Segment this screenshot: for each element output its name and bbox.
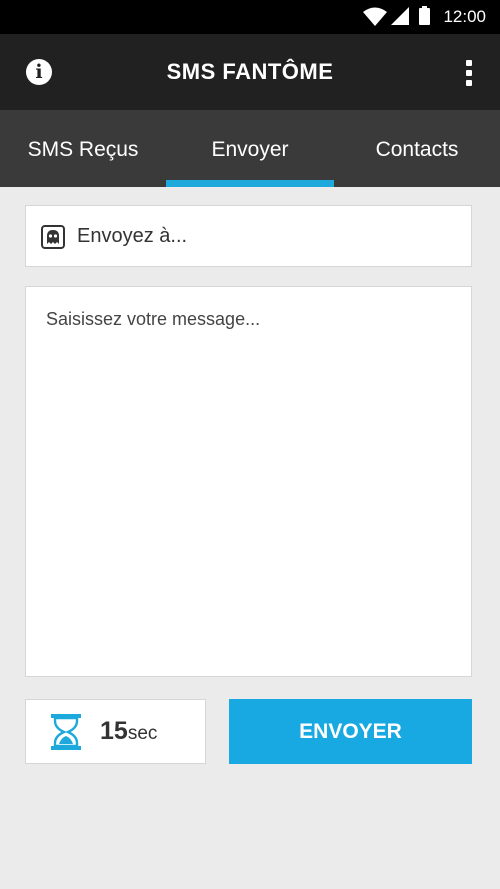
wifi-icon bbox=[363, 7, 387, 26]
timer-number: 15 bbox=[100, 717, 128, 745]
app-bar: i SMS FANTÔME bbox=[0, 34, 500, 110]
status-bar: 12:00 bbox=[0, 0, 500, 34]
app-title: SMS FANTÔME bbox=[166, 59, 334, 84]
status-time: 12:00 bbox=[443, 7, 486, 26]
recipient-field[interactable]: Envoyez à... bbox=[25, 205, 472, 267]
tab-label: Contacts bbox=[375, 138, 459, 161]
message-field[interactable]: Saisissez votre message... bbox=[25, 286, 472, 677]
message-placeholder: Saisissez votre message... bbox=[46, 309, 261, 329]
send-button[interactable]: ENVOYER bbox=[229, 699, 472, 764]
timer-selector[interactable]: 15sec bbox=[25, 699, 206, 764]
tab-selected-indicator bbox=[166, 180, 334, 187]
tab-contacts[interactable]: Contacts bbox=[334, 110, 500, 187]
tab-sms-recus[interactable]: SMS Reçus bbox=[0, 110, 166, 187]
overflow-menu-icon[interactable] bbox=[466, 60, 472, 86]
recipient-placeholder: Envoyez à... bbox=[77, 225, 188, 247]
tab-envoyer[interactable]: Envoyer bbox=[166, 110, 334, 187]
tab-label: SMS Reçus bbox=[27, 138, 139, 161]
tab-label: Envoyer bbox=[211, 138, 289, 161]
hourglass-icon bbox=[51, 714, 81, 750]
timer-value: 15sec bbox=[100, 717, 157, 746]
ghost-icon[interactable] bbox=[41, 225, 65, 249]
battery-icon bbox=[419, 6, 430, 25]
tab-bar: SMS Reçus Envoyer Contacts bbox=[0, 110, 500, 187]
signal-icon bbox=[391, 7, 409, 25]
timer-unit: sec bbox=[127, 723, 158, 744]
